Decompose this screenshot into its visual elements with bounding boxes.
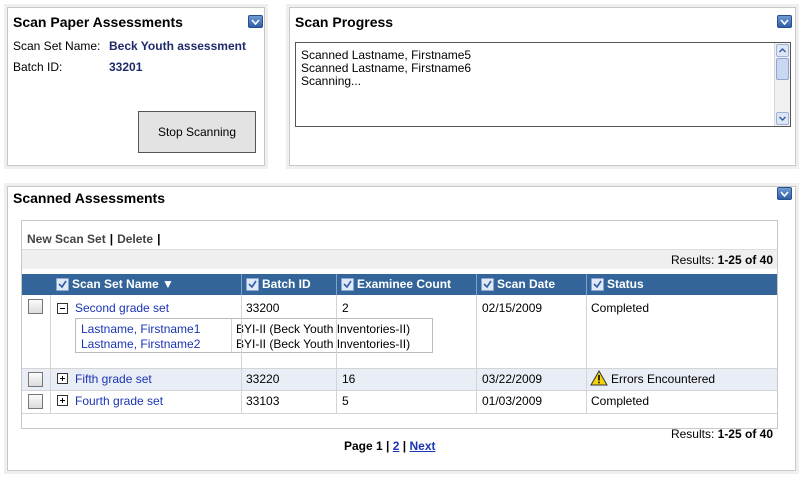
column-batch-id[interactable]: Batch ID <box>246 274 311 295</box>
column-menu-icon[interactable] <box>341 278 354 291</box>
column-menu-icon[interactable] <box>56 278 69 291</box>
toolbar-separator: | <box>157 232 161 246</box>
row-checkbox[interactable] <box>28 299 43 314</box>
status-cell: Errors Encountered <box>611 372 716 386</box>
batch-id-value: 33201 <box>109 60 143 74</box>
toolbar-separator: | <box>109 232 114 246</box>
status-cell: Completed <box>591 394 650 408</box>
examinee-count-cell: 16 <box>342 372 356 386</box>
batch-id-label: Batch ID: <box>13 60 63 74</box>
examinee-link[interactable]: Lastname, Firstname1 <box>81 322 200 336</box>
warning-icon <box>590 370 608 386</box>
column-menu-icon[interactable] <box>246 278 259 291</box>
scroll-up-icon[interactable] <box>776 44 789 57</box>
examinee-test: BYI-II (Beck Youth Inventories-II) <box>236 322 411 336</box>
new-scan-set-button[interactable]: New Scan Set <box>27 232 106 246</box>
delete-button[interactable]: Delete <box>117 232 153 246</box>
scroll-down-icon[interactable] <box>776 112 789 125</box>
page-2-link[interactable]: 2 <box>393 439 400 453</box>
expand-row-icon[interactable] <box>57 373 68 384</box>
log-line: Scanning... <box>301 74 362 88</box>
examinee-link[interactable]: Lastname, Firstname2 <box>81 337 200 351</box>
scanned-assessments-panel: Scanned Assessments New Scan Set | Delete |… <box>7 186 796 471</box>
scan-date-cell: 03/22/2009 <box>482 372 543 386</box>
column-menu-icon[interactable] <box>481 278 494 291</box>
pager-separator: | <box>386 439 390 453</box>
scroll-thumb[interactable] <box>776 58 789 80</box>
table-row[interactable]: Fifth grade set 33220 16 03/22/2009 Erro… <box>22 368 777 390</box>
scan-paper-panel: Scan Paper Assessments Scan Set Name: Be… <box>7 7 265 166</box>
page-label: Page 1 <box>344 439 383 453</box>
collapse-icon[interactable] <box>777 187 792 200</box>
table-toolbar: New Scan Set | Delete | <box>27 232 164 246</box>
scan-paper-title: Scan Paper Assessments <box>13 14 183 30</box>
column-menu-icon[interactable] <box>591 278 604 291</box>
pager-separator: | <box>402 439 407 453</box>
scanned-assessments-title: Scanned Assessments <box>13 190 165 206</box>
row-checkbox[interactable] <box>28 394 43 409</box>
log-scrollbar[interactable] <box>774 43 790 126</box>
table-header: Scan Set Name ▼ Batch ID Examinee Count … <box>22 274 777 295</box>
scan-date-cell: 01/03/2009 <box>482 394 543 408</box>
pagination: Page 1 | 2 | Next <box>344 439 436 453</box>
collapse-icon[interactable] <box>777 15 792 28</box>
examinee-count-cell: 5 <box>342 394 349 408</box>
column-status[interactable]: Status <box>591 274 644 295</box>
examinee-subtable: Lastname, Firstname1 BYI-II (Beck Youth … <box>75 318 433 353</box>
column-examinee-count[interactable]: Examinee Count <box>341 274 451 295</box>
stop-scanning-button[interactable]: Stop Scanning <box>138 111 256 153</box>
scan-set-link[interactable]: Fifth grade set <box>75 368 152 390</box>
scan-set-link[interactable]: Fourth grade set <box>75 390 163 413</box>
table-row[interactable]: Fourth grade set 33103 5 01/03/2009 Comp… <box>22 390 777 413</box>
examinee-test: BYI-II (Beck Youth Inventories-II) <box>236 337 411 351</box>
collapse-icon[interactable] <box>248 15 263 28</box>
batch-id-cell: 33220 <box>246 372 280 386</box>
scan-date-cell: 02/15/2009 <box>482 301 543 315</box>
results-count-top: Results: 1-25 of 40 <box>22 249 777 269</box>
table-row[interactable]: Second grade set 33200 2 02/15/2009 Comp… <box>22 295 777 368</box>
next-page-link[interactable]: Next <box>409 439 435 453</box>
scan-progress-panel: Scan Progress Scanned Lastname, Firstnam… <box>289 7 796 166</box>
status-cell: Completed <box>591 301 650 315</box>
scan-progress-log[interactable]: Scanned Lastname, Firstname5 Scanned Las… <box>295 42 791 127</box>
scanned-table-container: New Scan Set | Delete | Results: 1-25 of 40… <box>21 220 778 429</box>
column-scan-date[interactable]: Scan Date <box>481 274 555 295</box>
collapse-row-icon[interactable] <box>57 303 68 314</box>
results-count-bottom: Results: 1-25 of 40 <box>670 427 773 441</box>
scan-set-name-value: Beck Youth assessment <box>109 39 246 53</box>
row-checkbox[interactable] <box>28 372 43 387</box>
scan-progress-title: Scan Progress <box>295 14 394 30</box>
expand-row-icon[interactable] <box>57 395 68 406</box>
scan-set-name-label: Scan Set Name: <box>13 39 101 53</box>
column-scan-set-name[interactable]: Scan Set Name ▼ <box>56 274 174 295</box>
batch-id-cell: 33103 <box>246 394 280 408</box>
